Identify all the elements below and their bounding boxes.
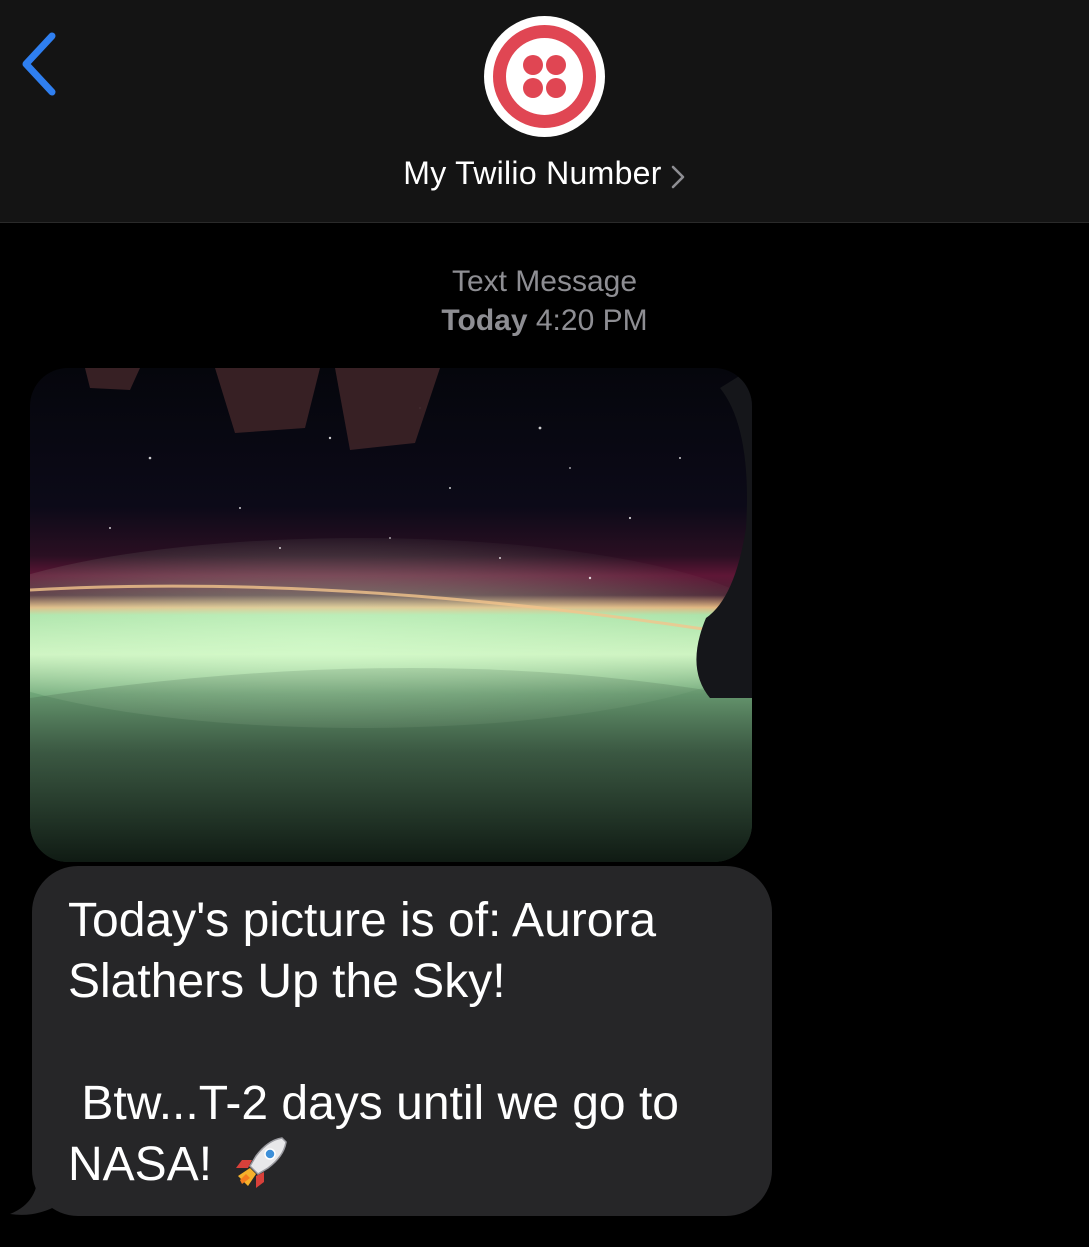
back-button[interactable]	[14, 28, 70, 100]
chevron-left-icon	[22, 32, 56, 96]
day-label: Today	[441, 304, 528, 337]
message-bubble[interactable]: Today's picture is of: Aurora Slathers U…	[32, 866, 772, 1216]
date-time-label: Today 4:20 PM	[0, 301, 1089, 340]
message-text: Today's picture is of: Aurora Slathers U…	[68, 894, 679, 1191]
service-label: Text Message	[451, 265, 638, 298]
contact-info-button[interactable]: My Twilio Number	[0, 150, 1089, 196]
message-timestamp: Text Message Today 4:20 PM	[0, 262, 1089, 340]
rocket-icon	[236, 1137, 287, 1188]
conversation-header: My Twilio Number	[0, 0, 1089, 223]
contact-avatar[interactable]	[484, 16, 605, 137]
message-image[interactable]	[30, 368, 752, 862]
chevron-right-icon	[671, 165, 685, 189]
aurora-photo	[30, 368, 752, 862]
twilio-logo-icon	[493, 25, 596, 128]
contact-name: My Twilio Number	[403, 155, 662, 191]
time-label: 4:20 PM	[535, 304, 648, 337]
